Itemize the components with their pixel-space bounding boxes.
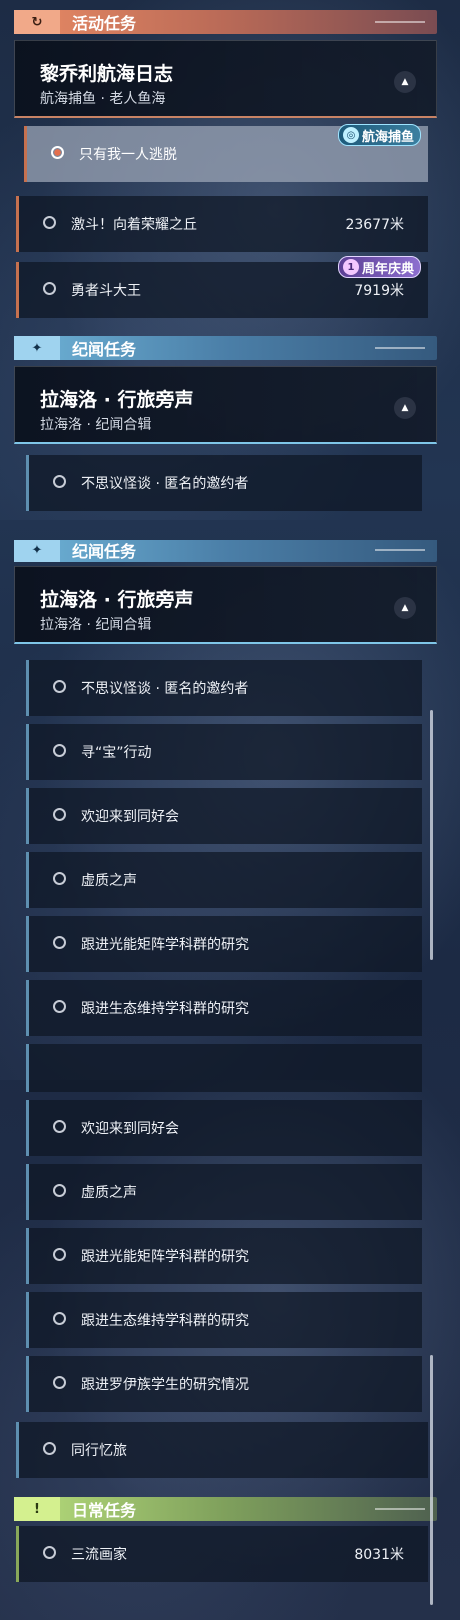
radio-icon: [43, 1546, 56, 1559]
scrollbar[interactable]: [430, 1355, 433, 1605]
task-label: 跟进生态维持学科群的研究: [81, 1001, 249, 1017]
lore-section-header[interactable]: ✦ 纪闻任务: [14, 540, 437, 562]
task-item[interactable]: 不思议怪谈 · 匿名的邀约者: [26, 455, 422, 511]
radio-icon: [53, 680, 66, 693]
task-item[interactable]: 虚质之声: [26, 1164, 422, 1220]
task-label: 跟进光能矩阵学科群的研究: [81, 937, 249, 953]
task-label: 跟进罗伊族学生的研究情况: [81, 1377, 249, 1393]
radio-icon: [43, 1442, 56, 1455]
task-label: 勇者斗大王: [71, 283, 141, 299]
sparkle-icon: ✦: [14, 336, 60, 360]
task-label: 欢迎来到同好会: [81, 1121, 179, 1137]
radio-icon: [53, 1000, 66, 1013]
task-label: 不思议怪谈 · 匿名的邀约者: [81, 476, 249, 492]
header-decoration: [375, 21, 425, 23]
task-item[interactable]: 欢迎来到同好会: [26, 788, 422, 844]
task-item-partial[interactable]: [26, 1044, 422, 1080]
daily-section-header[interactable]: ! 日常任务: [14, 1497, 437, 1521]
task-item[interactable]: 三流画家 8031米: [16, 1526, 428, 1582]
task-item[interactable]: 激斗！向着荣耀之丘 23677米: [16, 196, 428, 252]
task-item[interactable]: 跟进生态维持学科群的研究: [26, 1292, 422, 1348]
task-item[interactable]: 跟进罗伊族学生的研究情况: [26, 1356, 422, 1412]
badge-label: 周年庆典: [362, 261, 415, 277]
task-item[interactable]: 寻“宝”行动: [26, 724, 422, 780]
header-decoration: [375, 1508, 425, 1510]
task-item[interactable]: 跟进生态维持学科群的研究: [26, 980, 422, 1036]
lore-section-header[interactable]: ✦ 纪闻任务: [14, 336, 437, 360]
scrollbar[interactable]: [430, 710, 433, 960]
quest-card-lore[interactable]: 拉海洛 · 行旅旁声 拉海洛 · 纪闻合辑 ▲: [14, 366, 437, 444]
quest-subtitle: 航海捕鱼 · 老人鱼海: [40, 91, 166, 107]
chevron-up-icon[interactable]: ▲: [394, 397, 416, 419]
task-distance: 23677米: [345, 217, 404, 233]
task-item[interactable]: 不思议怪谈 · 匿名的邀约者: [26, 660, 422, 716]
exclamation-icon: !: [14, 1497, 60, 1521]
task-item[interactable]: 欢迎来到同好会: [26, 1100, 422, 1156]
radio-icon: [53, 808, 66, 821]
chevron-up-icon[interactable]: ▲: [394, 71, 416, 93]
sparkle-icon: ✦: [14, 540, 60, 562]
activity-section-header[interactable]: ↻ 活动任务: [14, 10, 437, 34]
task-label: 虚质之声: [81, 1185, 137, 1201]
radio-icon: [53, 744, 66, 757]
header-decoration: [375, 347, 425, 349]
companion-item[interactable]: 同行忆旅: [16, 1422, 428, 1478]
radio-icon: [53, 936, 66, 949]
task-label: 激斗！向着荣耀之丘: [71, 217, 197, 233]
radio-icon: [53, 1120, 66, 1133]
radio-icon: [53, 475, 66, 488]
task-item[interactable]: 跟进光能矩阵学科群的研究: [26, 1228, 422, 1284]
section-title: 日常任务: [72, 1501, 137, 1520]
quest-subtitle: 拉海洛 · 纪闻合辑: [40, 617, 152, 633]
task-label: 同行忆旅: [71, 1443, 127, 1459]
panel-lore-daily: 欢迎来到同好会 虚质之声 跟进光能矩阵学科群的研究 跟进生态维持学科群的研究 跟…: [0, 1080, 460, 1620]
section-title: 纪闻任务: [72, 340, 137, 359]
quest-title: 拉海洛 · 行旅旁声: [40, 389, 194, 411]
quest-card-activity[interactable]: 黎乔利航海日志 航海捕鱼 · 老人鱼海 ▲: [14, 40, 437, 118]
quest-card-lore[interactable]: 拉海洛 · 行旅旁声 拉海洛 · 纪闻合辑 ▲: [14, 566, 437, 644]
task-label: 寻“宝”行动: [81, 745, 152, 761]
task-label: 跟进生态维持学科群的研究: [81, 1313, 249, 1329]
task-label: 欢迎来到同好会: [81, 809, 179, 825]
task-item[interactable]: 跟进光能矩阵学科群的研究: [26, 916, 422, 972]
radio-icon: [53, 1376, 66, 1389]
radio-icon: [43, 282, 56, 295]
task-item-partial[interactable]: [26, 1080, 422, 1092]
task-item[interactable]: 虚质之声: [26, 852, 422, 908]
compass-icon: ◎: [343, 127, 359, 143]
header-decoration: [375, 549, 425, 551]
radio-icon: [53, 1184, 66, 1197]
radio-icon: [53, 872, 66, 885]
radio-selected-icon: [51, 146, 64, 159]
panel-activity: ↻ 活动任务 黎乔利航海日志 航海捕鱼 · 老人鱼海 ▲ 只有我一人逃脱 ◎ 航…: [0, 0, 460, 520]
task-label: 跟进光能矩阵学科群的研究: [81, 1249, 249, 1265]
refresh-arrow-icon: ↻: [14, 10, 60, 34]
panel-lore-scrolled: ✦ 纪闻任务 拉海洛 · 行旅旁声 拉海洛 · 纪闻合辑 ▲ 不思议怪谈 · 匿…: [0, 540, 460, 1080]
quest-title: 拉海洛 · 行旅旁声: [40, 589, 194, 611]
task-distance: 8031米: [354, 1547, 404, 1563]
section-title: 活动任务: [72, 14, 137, 33]
radio-icon: [53, 1312, 66, 1325]
task-distance: 7919米: [354, 283, 404, 299]
radio-icon: [53, 1248, 66, 1261]
anniversary-badge: 1 周年庆典: [338, 256, 422, 278]
section-title: 纪闻任务: [72, 542, 137, 561]
fishing-badge: ◎ 航海捕鱼: [338, 124, 422, 146]
task-label: 三流画家: [71, 1547, 127, 1563]
radio-icon: [43, 216, 56, 229]
quest-title: 黎乔利航海日志: [40, 63, 174, 85]
quest-subtitle: 拉海洛 · 纪闻合辑: [40, 417, 152, 433]
task-label: 虚质之声: [81, 873, 137, 889]
anniversary-icon: 1: [343, 259, 359, 275]
task-label: 只有我一人逃脱: [79, 147, 177, 163]
chevron-up-icon[interactable]: ▲: [394, 597, 416, 619]
badge-label: 航海捕鱼: [362, 129, 415, 145]
task-label: 不思议怪谈 · 匿名的邀约者: [81, 681, 249, 697]
